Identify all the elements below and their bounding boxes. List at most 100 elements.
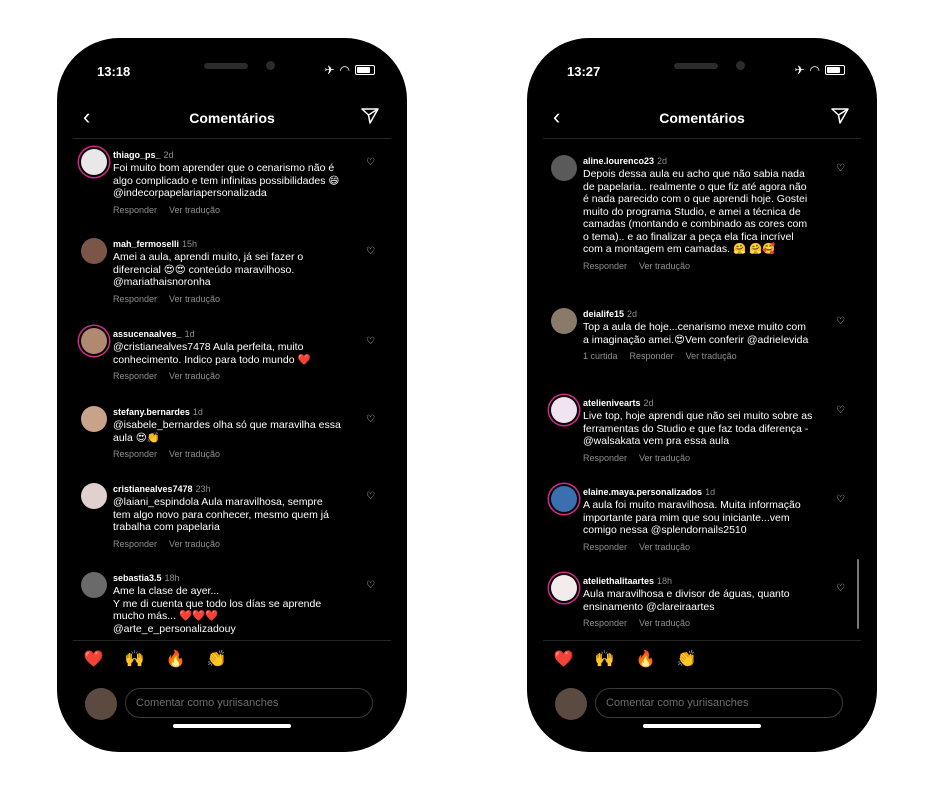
comment-age: 2d [657, 156, 668, 166]
send-icon[interactable] [361, 107, 379, 125]
comments-list[interactable]: aline.lourenco23 2d Depois dessa aula eu … [543, 139, 861, 639]
phone-left: 13:18 ✈ ◠ ‹ Comentários thiago_ps_ 2d Foi … [57, 38, 407, 752]
like-heart-icon[interactable]: ♡ [366, 580, 375, 591]
scrollbar[interactable] [857, 559, 859, 629]
like-heart-icon[interactable]: ♡ [836, 316, 845, 327]
status-time: 13:27 [567, 64, 601, 79]
comment-input[interactable] [595, 688, 843, 718]
speaker [674, 63, 718, 69]
reply-button[interactable]: Responder [113, 539, 157, 549]
status-icons: ✈ ◠ [324, 63, 375, 77]
comment-username[interactable]: ateliethalitaartes [583, 576, 654, 586]
home-indicator[interactable] [643, 724, 761, 728]
avatar[interactable] [81, 483, 107, 509]
reply-button[interactable]: Responder [583, 453, 627, 463]
like-heart-icon[interactable]: ♡ [836, 163, 845, 174]
emoji-button[interactable]: 😮 [794, 649, 811, 669]
emoji-button[interactable]: 😍 [286, 649, 303, 669]
translate-button[interactable]: Ver tradução [639, 542, 690, 552]
like-heart-icon[interactable]: ♡ [366, 157, 375, 168]
emoji-button[interactable]: 🙌 [125, 649, 145, 669]
comment-age: 1d [192, 407, 203, 417]
notch [612, 54, 792, 83]
reply-button[interactable]: Responder [113, 371, 157, 381]
comment-text: Aula maravilhosa e divisor de águas, qua… [583, 588, 790, 613]
like-heart-icon[interactable]: ♡ [366, 336, 375, 347]
avatar[interactable] [81, 328, 107, 354]
like-heart-icon[interactable]: ♡ [836, 494, 845, 505]
emoji-button[interactable]: 😢 [718, 649, 735, 669]
translate-button[interactable]: Ver tradução [169, 294, 220, 304]
avatar[interactable] [551, 397, 577, 423]
comment-username[interactable]: thiago_ps_ [113, 150, 161, 160]
emoji-button[interactable]: 😍 [756, 649, 773, 669]
comment-text: A aula foi muito maravilhosa. Muita info… [583, 499, 801, 536]
send-icon[interactable] [831, 107, 849, 125]
avatar[interactable] [551, 308, 577, 334]
reply-button[interactable]: Responder [583, 542, 627, 552]
emoji-button[interactable]: 😂 [362, 649, 381, 669]
emoji-button[interactable]: 🔥 [166, 649, 186, 669]
reply-button[interactable]: Responder [113, 449, 157, 459]
like-heart-icon[interactable]: ♡ [366, 491, 375, 502]
translate-button[interactable]: Ver tradução [169, 205, 220, 215]
translate-button[interactable]: Ver tradução [639, 453, 690, 463]
status-time: 13:18 [97, 64, 131, 79]
reply-button[interactable]: Responder [113, 205, 157, 215]
translate-button[interactable]: Ver tradução [169, 449, 220, 459]
comment-username[interactable]: assucenaalves_ [113, 329, 182, 339]
home-indicator[interactable] [173, 724, 291, 728]
comment-input[interactable] [125, 688, 373, 718]
comment-age: 23h [195, 484, 211, 494]
screen: 13:27 ✈ ◠ ‹ Comentários aline.lourenco23 2… [543, 54, 861, 736]
emoji-button[interactable]: 👏 [677, 649, 697, 669]
emoji-button[interactable]: ❤️ [554, 649, 574, 669]
like-heart-icon[interactable]: ♡ [366, 414, 375, 425]
comments-list[interactable]: thiago_ps_ 2d Foi muito bom aprender que … [73, 139, 391, 639]
airplane-icon: ✈ [794, 63, 805, 77]
avatar[interactable] [81, 406, 107, 432]
translate-button[interactable]: Ver tradução [639, 261, 690, 271]
phone-right: 13:27 ✈ ◠ ‹ Comentários aline.lourenco23 2… [527, 38, 877, 752]
translate-button[interactable]: Ver tradução [169, 539, 220, 549]
like-count[interactable]: 1 curtida [583, 351, 618, 361]
like-heart-icon[interactable]: ♡ [836, 405, 845, 416]
comment-username[interactable]: aline.lourenco23 [583, 156, 654, 166]
avatar[interactable] [551, 575, 577, 601]
comment-username[interactable]: stefany.bernardes [113, 407, 190, 417]
emoji-bar: ❤️ 🙌 🔥 👏 😢 😍 😮 😂 [73, 640, 391, 677]
emoji-button[interactable]: 😂 [832, 649, 851, 669]
speaker [204, 63, 248, 69]
emoji-bar: ❤️ 🙌 🔥 👏 😢 😍 😮 😂 [543, 640, 861, 677]
avatar[interactable] [81, 238, 107, 264]
comment-username[interactable]: elaine.maya.personalizados [583, 487, 702, 497]
translate-button[interactable]: Ver tradução [639, 618, 690, 628]
battery-icon [355, 65, 375, 75]
avatar[interactable] [81, 572, 107, 598]
reply-button[interactable]: Responder [630, 351, 674, 361]
avatar[interactable] [551, 155, 577, 181]
like-heart-icon[interactable]: ♡ [366, 246, 375, 257]
translate-button[interactable]: Ver tradução [686, 351, 737, 361]
translate-button[interactable]: Ver tradução [169, 371, 220, 381]
emoji-button[interactable]: ❤️ [84, 649, 104, 669]
reply-button[interactable]: Responder [113, 294, 157, 304]
avatar[interactable] [81, 149, 107, 175]
comment-username[interactable]: mah_fermoselli [113, 239, 179, 249]
emoji-button[interactable]: 🔥 [636, 649, 656, 669]
comment-age: 18h [657, 576, 673, 586]
comment-username[interactable]: atelienivearts [583, 398, 641, 408]
comment-username[interactable]: cristianealves7478 [113, 484, 193, 494]
comment-username[interactable]: deialife15 [583, 309, 624, 319]
emoji-button[interactable]: 😢 [248, 649, 265, 669]
emoji-button[interactable]: 😮 [324, 649, 341, 669]
comment-age: 2d [627, 309, 638, 319]
emoji-button[interactable]: 👏 [207, 649, 227, 669]
comment-username[interactable]: sebastia3.5 [113, 573, 162, 583]
reply-button[interactable]: Responder [583, 261, 627, 271]
avatar[interactable] [551, 486, 577, 512]
battery-icon [825, 65, 845, 75]
like-heart-icon[interactable]: ♡ [836, 583, 845, 594]
reply-button[interactable]: Responder [583, 618, 627, 628]
emoji-button[interactable]: 🙌 [595, 649, 615, 669]
